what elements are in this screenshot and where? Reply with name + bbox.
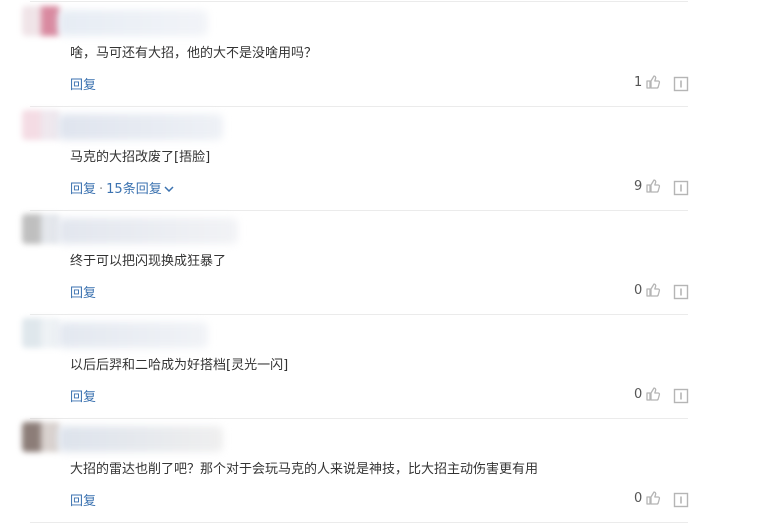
avatar[interactable] [22, 6, 60, 36]
comment-text: 马克的大招改废了[捂脸] [70, 150, 211, 165]
divider [30, 418, 688, 419]
thumbs-up-icon [645, 386, 661, 402]
username-blurred[interactable] [58, 322, 208, 348]
divider [30, 522, 688, 523]
comment-actions: 回复 [70, 282, 96, 301]
like-button[interactable]: 9 [634, 178, 661, 194]
comment-item: 啥，马可还有大招，他的大不是没啥用吗？ 回复 1 [0, 4, 759, 108]
comment-text: 啥，马可还有大招，他的大不是没啥用吗？ [70, 46, 318, 61]
reply-button[interactable]: 回复 [70, 390, 96, 405]
report-icon[interactable] [673, 284, 689, 300]
thumbs-up-icon [645, 178, 661, 194]
reply-button[interactable]: 回复 [70, 78, 96, 93]
view-replies-button[interactable]: 15条回复 [106, 182, 174, 197]
report-icon[interactable] [673, 76, 689, 92]
like-button[interactable]: 0 [634, 490, 661, 506]
comment-item: 大招的雷达也削了吧？那个对于会玩马克的人来说是神技，比大招主动伤害更有用 回复 0 [0, 420, 759, 524]
like-count: 0 [634, 386, 643, 402]
thumbs-up-icon [645, 490, 661, 506]
comment-item: 以后后羿和二哈成为好搭档[灵光一闪] 回复 0 [0, 316, 759, 420]
divider [30, 314, 688, 315]
like-button[interactable]: 1 [634, 74, 661, 90]
comment-text: 大招的雷达也削了吧？那个对于会玩马克的人来说是神技，比大招主动伤害更有用 [70, 462, 539, 477]
reply-button[interactable]: 回复 [70, 286, 96, 301]
comment-actions: 回复 [70, 490, 96, 509]
like-count: 0 [634, 490, 643, 506]
avatar[interactable] [22, 422, 60, 452]
comment-actions: 回复 [70, 386, 96, 405]
avatar[interactable] [22, 214, 60, 244]
like-button[interactable]: 0 [634, 282, 661, 298]
like-count: 1 [634, 74, 643, 90]
comment-item: 终于可以把闪现换成狂暴了 回复 0 [0, 212, 759, 316]
avatar[interactable] [22, 110, 60, 140]
username-blurred[interactable] [58, 218, 238, 244]
username-blurred[interactable] [58, 426, 223, 452]
comment-item: 马克的大招改废了[捂脸] 回复 · 15条回复 9 [0, 108, 759, 212]
username-blurred[interactable] [58, 114, 223, 140]
view-replies-label: 15条回复 [106, 182, 162, 197]
divider [30, 210, 688, 211]
report-icon[interactable] [673, 180, 689, 196]
username-blurred[interactable] [58, 10, 208, 36]
reply-button[interactable]: 回复 [70, 182, 96, 197]
thumbs-up-icon [645, 282, 661, 298]
divider [30, 106, 688, 107]
like-button[interactable]: 0 [634, 386, 661, 402]
report-icon[interactable] [673, 492, 689, 508]
chevron-down-icon [164, 181, 174, 196]
comment-text: 以后后羿和二哈成为好搭档[灵光一闪] [70, 358, 289, 373]
report-icon[interactable] [673, 388, 689, 404]
reply-button[interactable]: 回复 [70, 494, 96, 509]
like-count: 0 [634, 282, 643, 298]
comment-text: 终于可以把闪现换成狂暴了 [70, 254, 227, 269]
divider [30, 1, 688, 2]
separator-dot: · [99, 182, 104, 197]
comment-actions: 回复 [70, 74, 96, 93]
like-count: 9 [634, 178, 643, 194]
avatar[interactable] [22, 318, 60, 348]
thumbs-up-icon [645, 74, 661, 90]
comment-actions: 回复 · 15条回复 [70, 178, 174, 197]
